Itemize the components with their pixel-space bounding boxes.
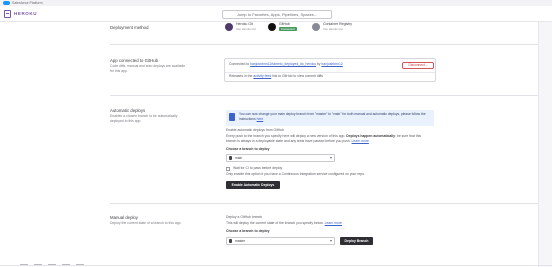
learn-more-link[interactable]: Learn more	[352, 139, 369, 143]
wait-for-ci-label: Wait for CI to pass before deploy	[233, 166, 283, 170]
section-divider	[110, 203, 538, 204]
method-github[interactable]: GitHub Connected	[268, 20, 318, 38]
method-subtitle: Use Heroku CLI	[236, 27, 256, 31]
auto-branch-value: main	[235, 156, 243, 160]
method-title: GitHub	[279, 22, 290, 26]
auto-explain-text-2: branch is always in a deployable state a…	[226, 139, 351, 143]
container-icon	[312, 23, 320, 31]
info-text: You can now change your main deploy bran…	[239, 112, 429, 121]
bottom-mark	[76, 264, 84, 265]
by-label: by	[316, 62, 321, 66]
heroku-logo-icon[interactable]	[4, 10, 11, 18]
chevron-down-icon	[330, 240, 332, 242]
auto-explain-line-2: branch is always in a deployable state a…	[226, 139, 369, 144]
salesforce-cloud-icon	[3, 1, 10, 5]
deploy-branch-button[interactable]: Deploy Branch	[340, 237, 373, 245]
connected-prefix: Connected to	[229, 62, 250, 66]
method-title: Heroku Git	[236, 22, 253, 26]
enable-automatic-deploys-button[interactable]: Enable Automatic Deploys	[226, 181, 280, 189]
manual-deploy-description: Deploy the current state of a branch to …	[110, 221, 182, 225]
wait-for-ci-checkbox[interactable]	[226, 167, 230, 171]
auto-explain-bold: Deploys happen automatically	[346, 134, 396, 138]
branch-icon	[229, 156, 232, 160]
info-message: You can now change your main deploy bran…	[239, 112, 426, 121]
section-divider	[110, 44, 538, 45]
auto-explain-suffix: : be sure that this	[395, 134, 422, 138]
manual-deploy-heading: Manual deploy	[110, 215, 138, 220]
deployment-method-heading: Deployment method	[110, 25, 149, 30]
disconnect-button[interactable]: Disconnect...	[402, 62, 434, 69]
bottom-divider	[0, 265, 552, 266]
bottom-mark	[48, 264, 56, 265]
connected-label: Connected to hanjoshbnn12/tamelo_deploye…	[229, 62, 343, 67]
activity-feed-link[interactable]: activity feed	[253, 74, 271, 78]
right-scroll-rail[interactable]	[538, 22, 552, 267]
deploy-branch-explain: This will deploy the current state of th…	[226, 221, 324, 225]
method-subtitle: Use Heroku CLI	[323, 27, 343, 31]
choose-branch-label: Choose a branch to deploy	[226, 147, 270, 151]
deploy-branch-title: Deploy a GitHub branch	[226, 215, 263, 219]
branch-icon	[229, 239, 232, 243]
releases-text: Releases in the	[229, 74, 253, 78]
user-link[interactable]: hanjoshbnn12	[321, 62, 342, 66]
jump-to-search-input[interactable]: Jump to Favorites, Apps, Pipelines, Spac…	[222, 10, 332, 19]
enable-auto-label: Enable automatic deploys from GitHub	[226, 128, 285, 132]
manual-choose-branch-label: Choose a branch to deploy	[226, 229, 270, 233]
automatic-deploys-description: Enables a chosen branch to be automatica…	[110, 114, 178, 123]
connected-badge: Connected	[279, 27, 297, 31]
method-container-registry[interactable]: Container Registry Use Heroku CLI	[312, 20, 362, 38]
manual-branch-select[interactable]: master	[226, 237, 335, 245]
method-title: Container Registry	[323, 22, 352, 26]
app-connected-heading: App connected to GitHub	[110, 58, 159, 63]
bottom-mark	[20, 264, 28, 265]
manual-branch-value: master	[235, 239, 246, 243]
panel-separator	[225, 72, 435, 73]
auto-branch-select[interactable]: main	[226, 154, 335, 162]
deploy-branch-text: This will deploy the current state of th…	[226, 221, 342, 226]
bottom-mark	[34, 264, 42, 265]
auto-explain-text: Every push to the branch you specify her…	[226, 134, 346, 138]
branch-info-banner: You can now change your main deploy bran…	[226, 110, 434, 126]
automatic-deploys-heading: Automatic deploys	[110, 108, 146, 113]
heroku-wordmark[interactable]: HEROKU	[14, 10, 37, 18]
repo-link[interactable]: hanjoshbnn12/tamelo_deployed_ito_heroku	[250, 62, 316, 66]
git-icon	[225, 23, 233, 31]
github-icon	[268, 23, 276, 31]
ci-help-text: Only enable this option if you have a Co…	[226, 172, 366, 176]
releases-suffix: link to GitHub to view commit diffs	[272, 74, 324, 78]
bottom-mark	[62, 264, 70, 265]
app-connected-description: Code diffs, manual and auto deploys are …	[110, 64, 186, 73]
learn-more-link[interactable]: Learn more	[325, 221, 342, 225]
section-divider	[110, 95, 538, 96]
chevron-down-icon	[330, 157, 332, 159]
instructions-link[interactable]: here	[257, 117, 264, 121]
releases-note: Releases in the activity feed link to Gi…	[229, 74, 323, 79]
auto-explain-line-1: Every push to the branch you specify her…	[226, 134, 421, 139]
info-icon	[229, 113, 235, 121]
